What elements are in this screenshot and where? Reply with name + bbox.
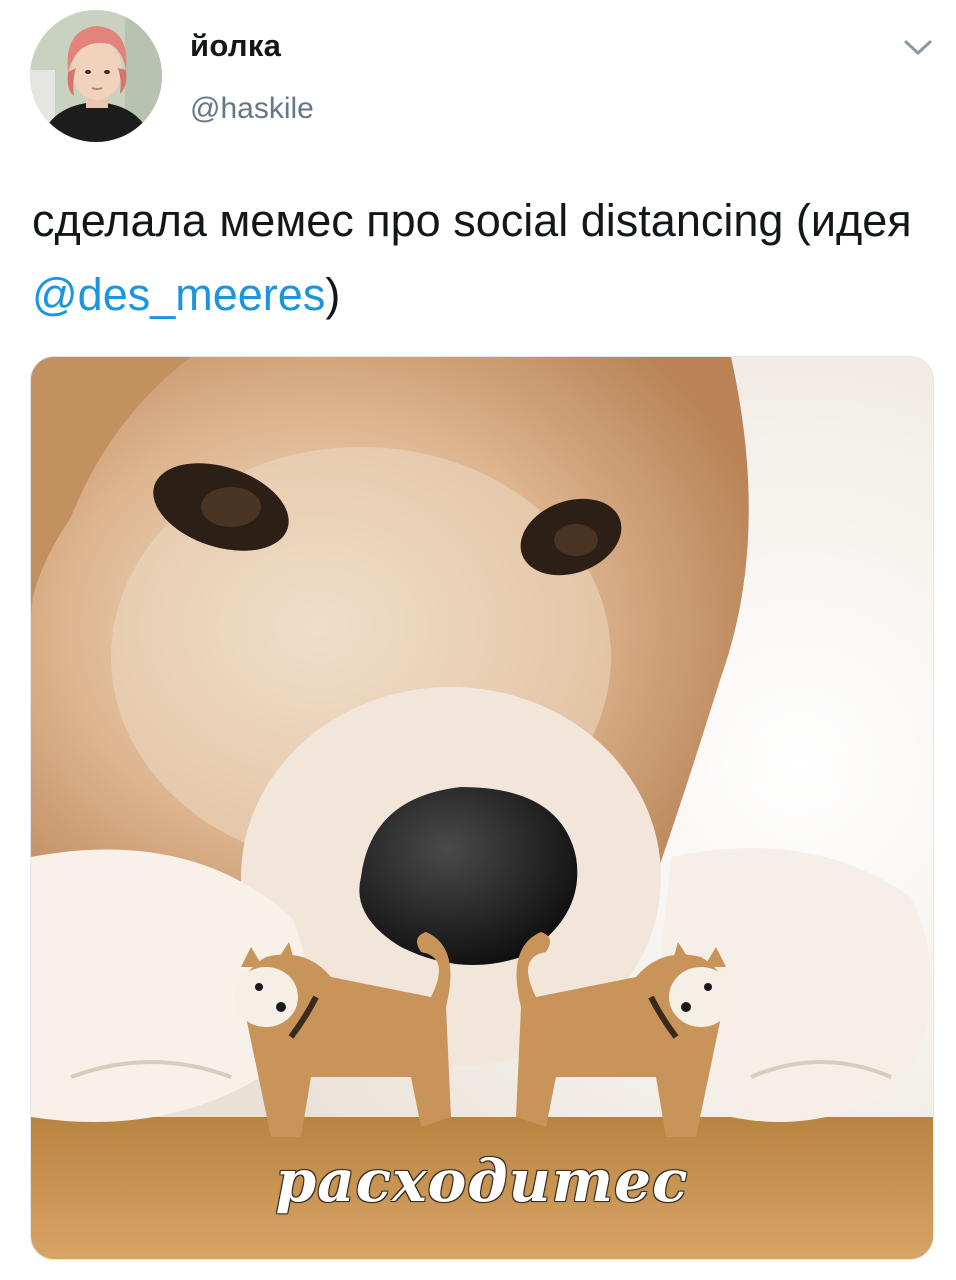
chevron-down-icon <box>904 40 932 55</box>
shiba-meme-photo <box>31 357 933 1259</box>
tweet: йолка @haskile сделала мемес про social … <box>0 0 956 1280</box>
avatar[interactable] <box>30 10 162 142</box>
author-display-name[interactable]: йолка <box>190 28 281 64</box>
tweet-text-body: сделала мемес про social distancing (иде… <box>32 195 912 246</box>
meme-caption: расходитес <box>275 1147 689 1215</box>
tweet-menu-button[interactable] <box>896 26 940 70</box>
user-avatar-photo-icon <box>30 10 162 142</box>
author-handle[interactable]: @haskile <box>190 92 314 126</box>
tweet-text: сделала мемес про social distancing (иде… <box>32 184 912 332</box>
tweet-media-image[interactable]: расходитес <box>30 356 934 1260</box>
mention-link[interactable]: @des_meeres <box>32 269 325 320</box>
tweet-text-end: ) <box>325 269 341 320</box>
